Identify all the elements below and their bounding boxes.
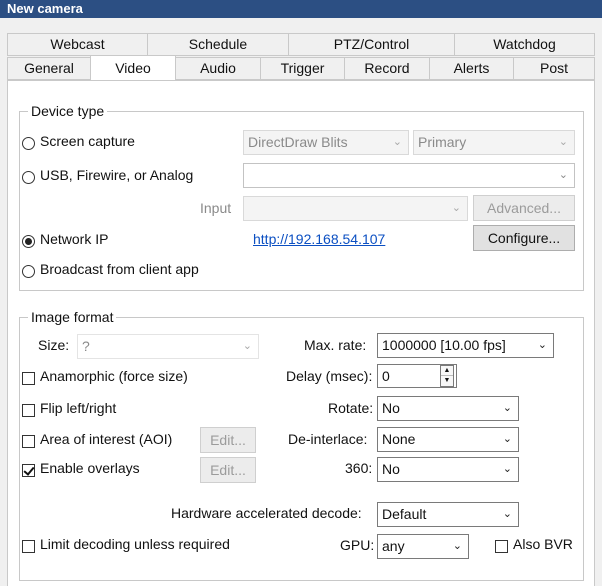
tab-record[interactable]: Record xyxy=(344,57,430,80)
network-ip-radio[interactable] xyxy=(22,235,35,248)
screen-capture-display-select[interactable]: Primary ⌄ xyxy=(413,130,575,155)
hw-decode-value: Default xyxy=(382,506,427,522)
gpu-select[interactable]: any ⌄ xyxy=(377,534,469,559)
video-tab-panel: Device type Screen capture DirectDraw Bl… xyxy=(7,80,595,586)
tab-audio[interactable]: Audio xyxy=(175,57,261,80)
flip-label: Flip left/right xyxy=(40,400,117,416)
overlays-edit-button[interactable]: Edit... xyxy=(200,457,256,483)
chevron-down-icon: ⌄ xyxy=(452,540,462,552)
screen-capture-radio[interactable] xyxy=(22,137,35,150)
network-ip-label: Network IP xyxy=(40,231,109,247)
tab-row-top: Webcast Schedule PTZ/Control Watchdog xyxy=(7,33,595,56)
aoi-label: Area of interest (AOI) xyxy=(40,431,173,447)
tab-webcast[interactable]: Webcast xyxy=(7,33,148,56)
anamorphic-checkbox[interactable] xyxy=(22,372,35,385)
rotate-label: Rotate: xyxy=(328,400,374,416)
broadcast-label: Broadcast from client app xyxy=(40,261,199,277)
size-value: ? xyxy=(82,338,90,354)
usb-label: USB, Firewire, or Analog xyxy=(40,167,194,183)
also-bvr-label: Also BVR xyxy=(513,536,573,552)
rotate-value: No xyxy=(382,400,400,416)
max-rate-label: Max. rate: xyxy=(304,337,367,353)
limit-decoding-label: Limit decoding unless required xyxy=(40,536,230,552)
chevron-down-icon: ⌄ xyxy=(242,340,252,352)
deinterlace-value: None xyxy=(382,431,416,447)
size-select[interactable]: ? ⌄ xyxy=(77,334,259,359)
tab-watchdog[interactable]: Watchdog xyxy=(454,33,595,56)
deinterlace-label: De-interlace: xyxy=(288,431,368,447)
screen-capture-display-value: Primary xyxy=(418,134,467,150)
limit-decoding-checkbox[interactable] xyxy=(22,540,35,553)
overlays-checkbox[interactable] xyxy=(22,464,35,477)
tab-schedule[interactable]: Schedule xyxy=(147,33,289,56)
delay-value: 0 xyxy=(382,368,390,384)
delay-spinner[interactable]: ▲ ▼ xyxy=(440,365,454,387)
device-type-legend: Device type xyxy=(28,102,108,120)
window-title: New camera xyxy=(0,0,602,18)
deinterlace-select[interactable]: None ⌄ xyxy=(377,427,519,452)
tab-trigger[interactable]: Trigger xyxy=(260,57,345,80)
aoi-edit-button[interactable]: Edit... xyxy=(200,427,256,453)
chevron-down-icon: ⌄ xyxy=(502,508,512,520)
max-rate-select[interactable]: 1000000 [10.00 fps] ⌄ xyxy=(377,333,554,358)
image-format-group: Image format Size: ? ⌄ Max. rate: 100000… xyxy=(19,308,584,581)
three-sixty-select[interactable]: No ⌄ xyxy=(377,457,519,482)
max-rate-value: 1000000 [10.00 fps] xyxy=(382,337,506,353)
tab-alerts[interactable]: Alerts xyxy=(429,57,514,80)
delay-label: Delay (msec): xyxy=(286,368,373,384)
chevron-down-icon: ⌄ xyxy=(502,433,512,445)
chevron-down-icon: ⌄ xyxy=(502,463,512,475)
chevron-down-icon: ⌄ xyxy=(558,136,568,148)
overlays-label: Enable overlays xyxy=(40,460,140,476)
size-label: Size: xyxy=(38,337,70,353)
image-format-legend: Image format xyxy=(28,308,117,326)
tab-post[interactable]: Post xyxy=(513,57,595,80)
rotate-select[interactable]: No ⌄ xyxy=(377,396,519,421)
screen-capture-source-select[interactable]: DirectDraw Blits ⌄ xyxy=(243,130,409,155)
also-bvr-checkbox[interactable] xyxy=(495,540,508,553)
network-ip-url-link[interactable]: http://192.168.54.107 xyxy=(253,231,385,247)
chevron-down-icon: ⌄ xyxy=(537,339,547,351)
tab-video[interactable]: Video xyxy=(90,55,176,80)
advanced-button[interactable]: Advanced... xyxy=(473,195,575,221)
three-sixty-label: 360: xyxy=(345,460,373,476)
input-select[interactable]: ⌄ xyxy=(243,196,468,221)
tab-ptz-control[interactable]: PTZ/Control xyxy=(288,33,455,56)
usb-device-select[interactable]: ⌄ xyxy=(243,163,575,188)
anamorphic-label: Anamorphic (force size) xyxy=(40,368,188,384)
broadcast-radio[interactable] xyxy=(22,265,35,278)
input-label: Input xyxy=(200,200,232,216)
screen-capture-label: Screen capture xyxy=(40,133,135,149)
configure-button[interactable]: Configure... xyxy=(473,225,575,251)
usb-radio[interactable] xyxy=(22,171,35,184)
aoi-checkbox[interactable] xyxy=(22,435,35,448)
chevron-down-icon: ⌄ xyxy=(558,169,568,181)
spin-up-icon[interactable]: ▲ xyxy=(441,366,453,376)
gpu-label: GPU: xyxy=(340,537,375,553)
three-sixty-value: No xyxy=(382,461,400,477)
spin-down-icon[interactable]: ▼ xyxy=(441,376,453,386)
gpu-value: any xyxy=(382,538,405,554)
hw-decode-select[interactable]: Default ⌄ xyxy=(377,502,519,527)
tab-row-bottom: General Trigger Record Alerts Post Audio… xyxy=(7,55,595,80)
chevron-down-icon: ⌄ xyxy=(502,402,512,414)
hw-decode-label: Hardware accelerated decode: xyxy=(171,505,362,521)
device-type-group: Device type Screen capture DirectDraw Bl… xyxy=(19,102,584,291)
chevron-down-icon: ⌄ xyxy=(451,202,461,214)
screen-capture-source-value: DirectDraw Blits xyxy=(248,134,348,150)
flip-checkbox[interactable] xyxy=(22,404,35,417)
tab-general[interactable]: General xyxy=(7,57,91,80)
chevron-down-icon: ⌄ xyxy=(392,136,402,148)
